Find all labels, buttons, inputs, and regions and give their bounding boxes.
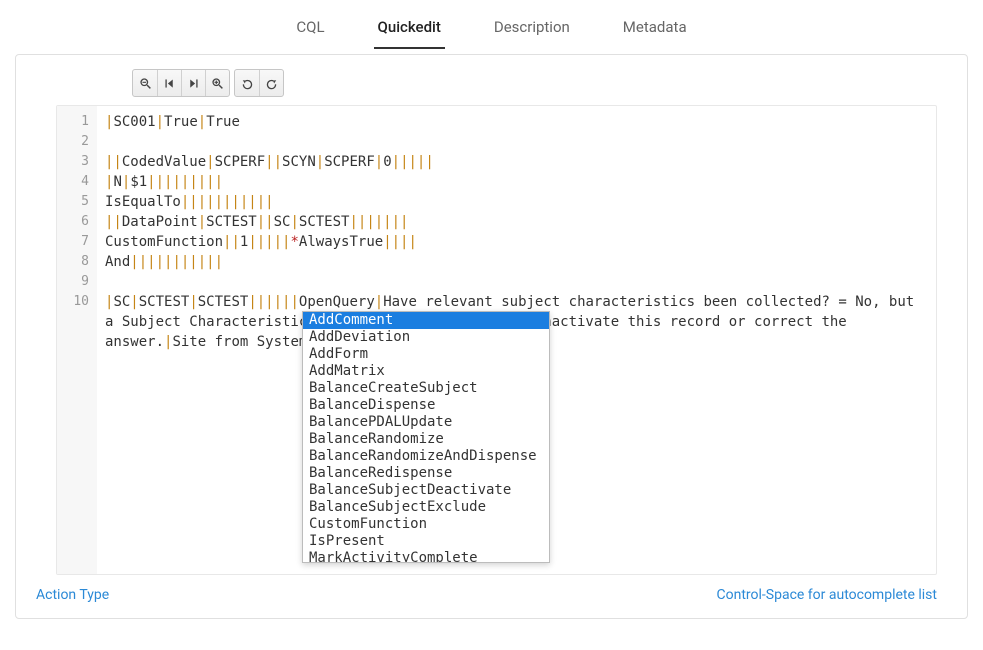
code-line[interactable]: And||||||||||| <box>105 252 928 272</box>
tab-quickedit[interactable]: Quickedit <box>374 10 445 49</box>
autocomplete-item[interactable]: IsPresent <box>303 533 549 550</box>
redo-button[interactable] <box>259 70 283 96</box>
autocomplete-item[interactable]: BalanceRedispense <box>303 465 549 482</box>
toolbar-group-nav <box>132 69 230 97</box>
line-number: 3 <box>69 152 89 172</box>
autocomplete-item[interactable]: MarkActivityComplete <box>303 550 549 563</box>
code-line[interactable] <box>105 132 928 152</box>
autocomplete-item[interactable]: BalanceSubjectExclude <box>303 499 549 516</box>
autocomplete-item[interactable]: BalancePDALUpdate <box>303 414 549 431</box>
toolbar <box>16 55 967 105</box>
zoom-out-button[interactable] <box>133 70 157 96</box>
tab-metadata[interactable]: Metadata <box>619 10 691 49</box>
autocomplete-item[interactable]: BalanceRandomizeAndDispense <box>303 448 549 465</box>
tab-cql[interactable]: CQL <box>292 10 328 49</box>
line-number: 2 <box>69 132 89 152</box>
line-number-gutter: 12345678910 <box>57 106 97 574</box>
autocomplete-item[interactable]: BalanceRandomize <box>303 431 549 448</box>
zoom-in-button[interactable] <box>205 70 229 96</box>
autocomplete-item[interactable]: AddComment <box>303 312 549 329</box>
line-number: 9 <box>69 272 89 292</box>
code-line[interactable]: IsEqualTo||||||||||| <box>105 192 928 212</box>
autocomplete-item[interactable]: BalanceCreateSubject <box>303 380 549 397</box>
first-match-button[interactable] <box>157 70 181 96</box>
code-line[interactable] <box>105 272 928 292</box>
code-line[interactable]: ||CodedValue|SCPERF||SCYN|SCPERF|0||||| <box>105 152 928 172</box>
last-match-button[interactable] <box>181 70 205 96</box>
autocomplete-item[interactable]: AddDeviation <box>303 329 549 346</box>
line-number: 8 <box>69 252 89 272</box>
line-number: 7 <box>69 232 89 252</box>
status-bar: Action Type Control-Space for autocomple… <box>16 575 967 603</box>
line-number: 1 <box>69 112 89 132</box>
status-context-label[interactable]: Action Type <box>36 587 109 603</box>
code-line[interactable]: |SC001|True|True <box>105 112 928 132</box>
autocomplete-item[interactable]: AddForm <box>303 346 549 363</box>
toolbar-group-history <box>234 69 284 97</box>
status-hint: Control-Space for autocomplete list <box>717 587 938 603</box>
autocomplete-item[interactable]: BalanceDispense <box>303 397 549 414</box>
tab-description[interactable]: Description <box>490 10 574 49</box>
line-number: 5 <box>69 192 89 212</box>
autocomplete-popup[interactable]: AddCommentAddDeviationAddFormAddMatrixBa… <box>302 311 550 563</box>
code-line[interactable]: |N|$1||||||||| <box>105 172 928 192</box>
autocomplete-item[interactable]: AddMatrix <box>303 363 549 380</box>
autocomplete-item[interactable]: BalanceSubjectDeactivate <box>303 482 549 499</box>
code-line[interactable]: CustomFunction||1|||||*AlwaysTrue|||| <box>105 232 928 252</box>
line-number: 4 <box>69 172 89 192</box>
line-number: 6 <box>69 212 89 232</box>
autocomplete-item[interactable]: CustomFunction <box>303 516 549 533</box>
code-line[interactable]: ||DataPoint|SCTEST||SC|SCTEST||||||| <box>105 212 928 232</box>
line-number: 10 <box>69 292 89 312</box>
tab-bar: CQL Quickedit Description Metadata <box>0 0 983 49</box>
undo-button[interactable] <box>235 70 259 96</box>
